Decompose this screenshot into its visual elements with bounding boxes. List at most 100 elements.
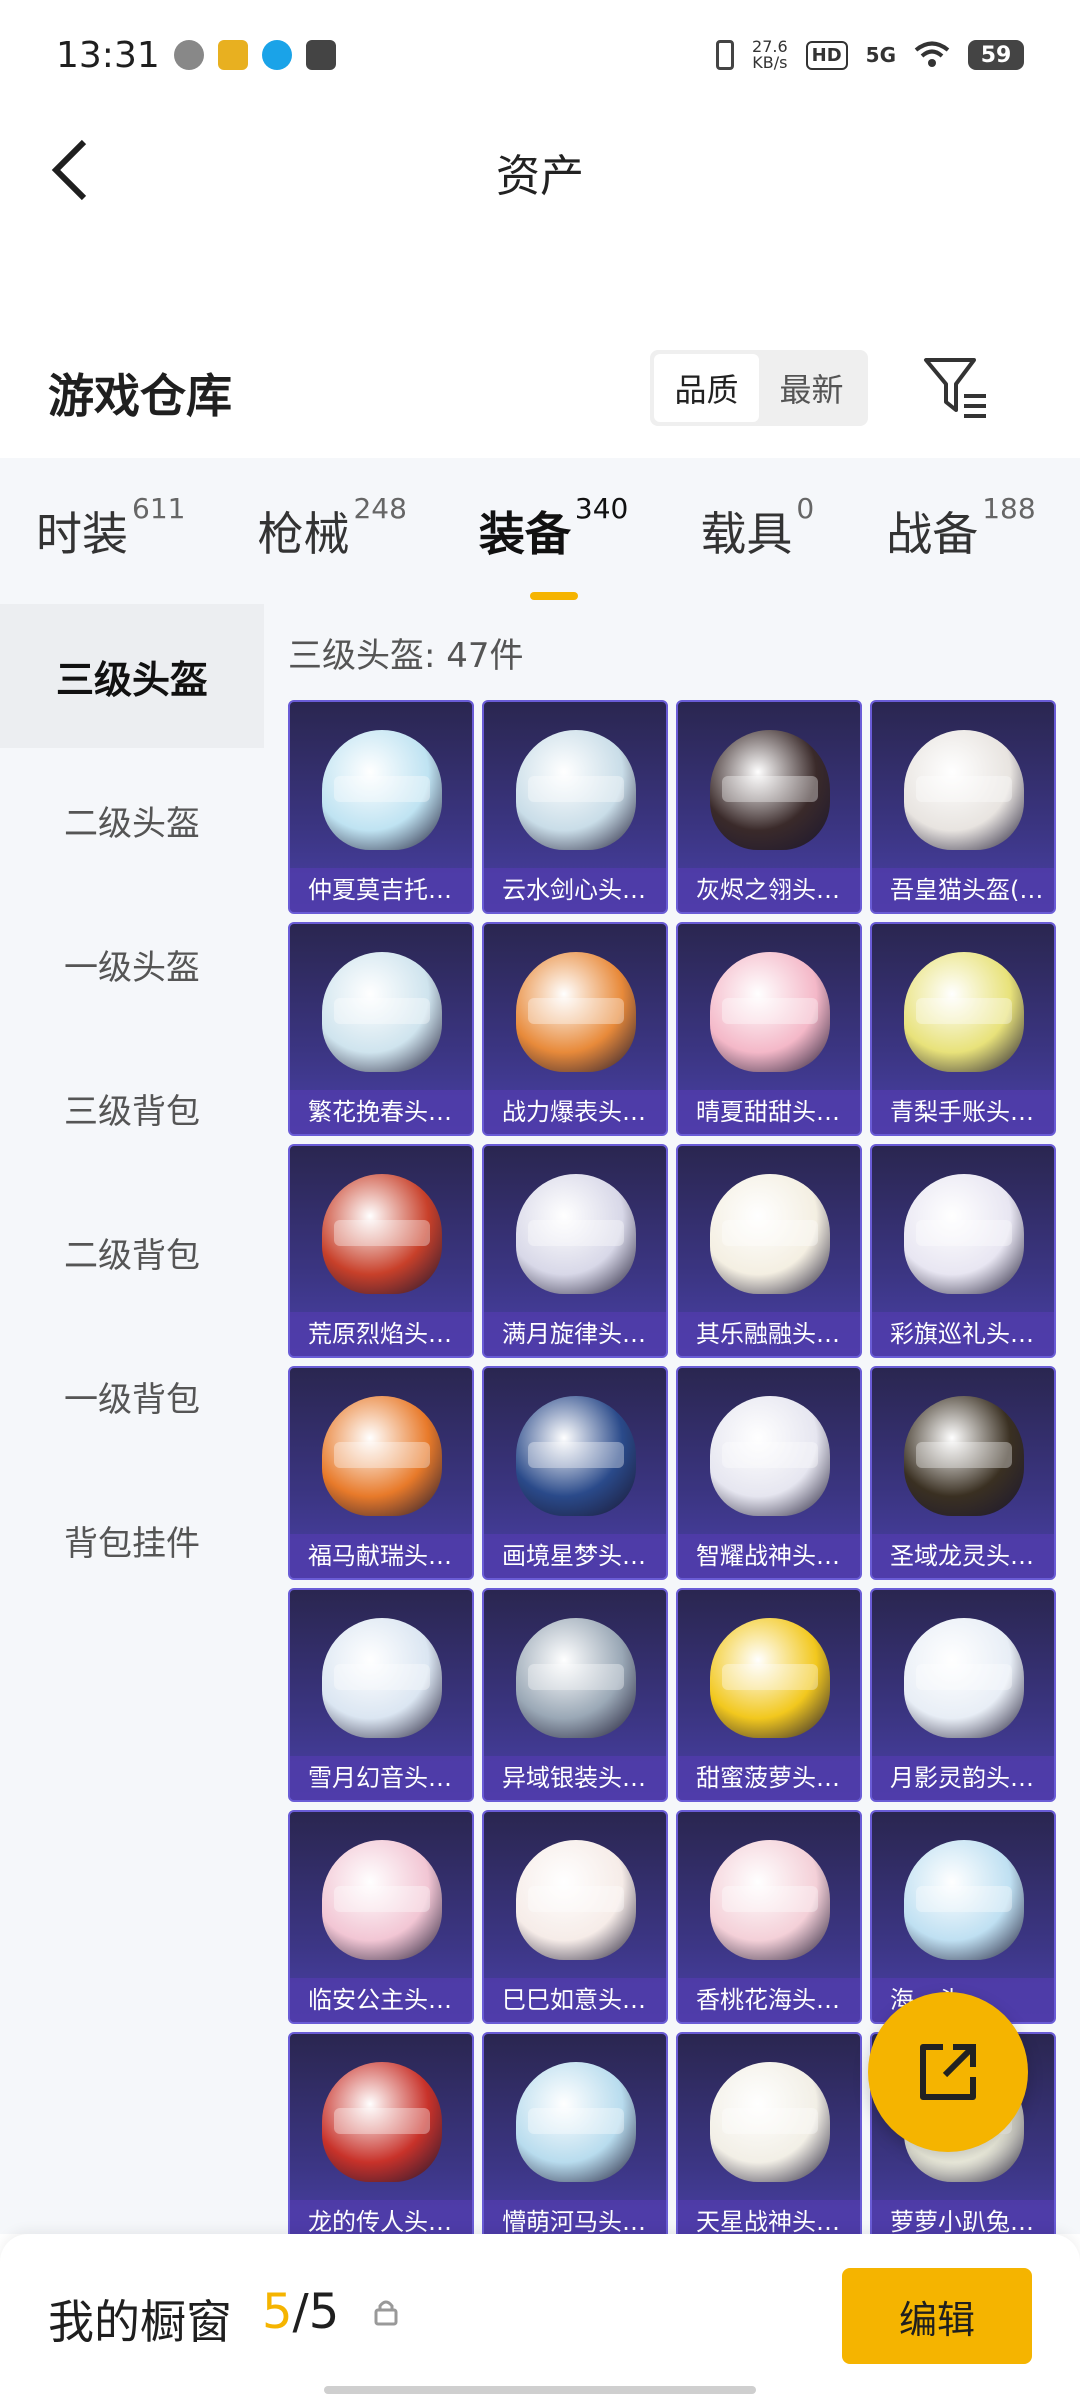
external-link-icon <box>920 2044 976 2100</box>
helmet-card[interactable]: 天星战神头… <box>676 2032 862 2234</box>
sidebar-item-level2-backpack[interactable]: 二级背包 <box>0 1180 264 1324</box>
showcase-count-total: /5 <box>292 2284 340 2340</box>
sidebar-item-backpack-pendant[interactable]: 背包挂件 <box>0 1468 264 1612</box>
helmet-name: 异域银装头… <box>484 1756 666 1800</box>
helmet-card[interactable]: 异域银装头… <box>482 1588 668 1802</box>
helmet-card[interactable]: 圣域龙灵头… <box>870 1366 1056 1580</box>
helmet-card[interactable]: 其乐融融头… <box>676 1144 862 1358</box>
tab-label: 战备 <box>886 507 979 561</box>
helmet-card[interactable]: 繁花挽春头… <box>288 922 474 1136</box>
net-speed-unit: KB/s <box>752 53 788 72</box>
helmet-card[interactable]: 懵萌河马头… <box>482 2032 668 2234</box>
helmet-name: 临安公主头… <box>290 1978 472 2022</box>
helmet-visor <box>722 998 818 1024</box>
helmet-visor <box>916 1220 1012 1246</box>
helmet-visor <box>528 1442 624 1468</box>
tab-fashion[interactable]: 时装 611 <box>0 492 221 564</box>
helmet-visor <box>528 776 624 802</box>
helmet-card[interactable]: 月影灵韵头… <box>870 1588 1056 1802</box>
sidebar-item-level3-helmet[interactable]: 三级头盔 <box>0 604 264 748</box>
helmet-card[interactable]: 彩旗巡礼头… <box>870 1144 1056 1358</box>
status-time: 13:31 <box>56 34 160 76</box>
category-tabs: 时装 611 枪械 248 装备 340 载具 0 战备 188 <box>0 458 1080 604</box>
app-notification-icon <box>173 40 204 70</box>
helmet-card[interactable]: 青梨手账头… <box>870 922 1056 1136</box>
helmet-visor <box>722 1664 818 1690</box>
helmet-visor <box>334 776 430 802</box>
helmet-name: 画境星梦头… <box>484 1534 666 1578</box>
helmet-name: 仲夏莫吉托… <box>290 868 472 912</box>
sort-toggle: 品质 最新 <box>650 350 868 426</box>
tab-count: 611 <box>132 492 186 525</box>
helmet-name: 雪月幻音头… <box>290 1756 472 1800</box>
tab-vehicles[interactable]: 载具 0 <box>664 492 850 564</box>
share-button[interactable] <box>868 1992 1028 2152</box>
tab-equipment[interactable]: 装备 340 <box>443 492 664 600</box>
helmet-card[interactable]: 香桃花海头… <box>676 1810 862 2024</box>
active-tab-indicator <box>529 592 578 600</box>
helmet-card[interactable]: 海…头… <box>870 1810 1056 2024</box>
item-count-heading: 三级头盔: 47件 <box>288 636 524 676</box>
sidebar-item-level3-backpack[interactable]: 三级背包 <box>0 1036 264 1180</box>
helmet-name: 智耀战神头… <box>678 1534 860 1578</box>
tab-label: 装备 <box>478 507 571 561</box>
helmet-card[interactable]: 智耀战神头… <box>676 1366 862 1580</box>
sidebar-item-level1-backpack[interactable]: 一级背包 <box>0 1324 264 1468</box>
helmet-card[interactable]: 雪月幻音头… <box>288 1588 474 1802</box>
helmet-visor <box>334 1220 430 1246</box>
helmet-visor <box>334 1442 430 1468</box>
helmet-name: 其乐融融头… <box>678 1312 860 1356</box>
helmet-visor <box>334 2108 430 2134</box>
helmet-visor <box>916 998 1012 1024</box>
helmet-card[interactable]: 巳巳如意头… <box>482 1810 668 2024</box>
home-indicator[interactable] <box>324 2386 756 2394</box>
showcase-label: 我的橱窗 <box>48 2295 232 2349</box>
sidebar-item-level2-helmet[interactable]: 二级头盔 <box>0 748 264 892</box>
tab-supplies[interactable]: 战备 188 <box>850 492 1071 564</box>
sidebar-item-level1-helmet[interactable]: 一级头盔 <box>0 892 264 1036</box>
helmet-name: 繁花挽春头… <box>290 1090 472 1134</box>
helmet-visor <box>334 1664 430 1690</box>
helmet-card[interactable]: 灰烬之翎头… <box>676 700 862 914</box>
helmet-card[interactable]: 战力爆表头… <box>482 922 668 1136</box>
edit-button[interactable]: 编辑 <box>842 2268 1032 2364</box>
message-icon <box>305 40 336 70</box>
showcase-bar: 我的橱窗 5/5 编辑 <box>0 2234 1080 2400</box>
tab-count: 0 <box>796 492 815 525</box>
page-title: 资产 <box>496 151 584 202</box>
helmet-visor <box>916 1664 1012 1690</box>
tab-count: 188 <box>982 492 1036 525</box>
helmet-visor <box>916 1442 1012 1468</box>
status-right: 27.6 KB/s HD 5G 59 <box>716 39 1024 71</box>
helmet-name: 天星战神头… <box>678 2200 860 2234</box>
warehouse-header: 游戏仓库 品质 最新 <box>0 330 1080 450</box>
helmet-card[interactable]: 甜蜜菠萝头… <box>676 1588 862 1802</box>
helmet-card[interactable]: 福马献瑞头… <box>288 1366 474 1580</box>
helmet-card[interactable]: 龙的传人头… <box>288 2032 474 2234</box>
qq-icon <box>261 40 292 70</box>
helmet-visor <box>722 1442 818 1468</box>
sort-option-latest[interactable]: 最新 <box>759 354 864 422</box>
helmet-name: 晴夏甜甜头… <box>678 1090 860 1134</box>
helmet-card[interactable]: 晴夏甜甜头… <box>676 922 862 1136</box>
helmet-name: 吾皇猫头盔(… <box>872 868 1054 912</box>
helmet-card[interactable]: 荒原烈焰头… <box>288 1144 474 1358</box>
tab-label: 时装 <box>36 507 128 561</box>
showcase-count: 5/5 <box>262 2284 339 2340</box>
helmet-name: 甜蜜菠萝头… <box>678 1756 860 1800</box>
helmet-name: 青梨手账头… <box>872 1090 1054 1134</box>
helmet-card[interactable]: 画境星梦头… <box>482 1366 668 1580</box>
helmet-card[interactable]: 吾皇猫头盔(… <box>870 700 1056 914</box>
helmet-card[interactable]: 仲夏莫吉托… <box>288 700 474 914</box>
helmet-name: 满月旋律头… <box>484 1312 666 1356</box>
tab-firearms[interactable]: 枪械 248 <box>221 492 442 564</box>
helmet-visor <box>916 776 1012 802</box>
status-bar: 13:31 27.6 KB/s HD 5G 59 <box>0 0 1080 110</box>
helmet-card[interactable]: 临安公主头… <box>288 1810 474 2024</box>
helmet-card[interactable]: 满月旋律头… <box>482 1144 668 1358</box>
helmet-card[interactable]: 云水剑心头… <box>482 700 668 914</box>
showcase-count-current: 5 <box>262 2284 293 2340</box>
network-type: 5G <box>865 43 896 67</box>
sort-option-quality[interactable]: 品质 <box>654 354 759 422</box>
filter-button[interactable] <box>920 352 990 422</box>
